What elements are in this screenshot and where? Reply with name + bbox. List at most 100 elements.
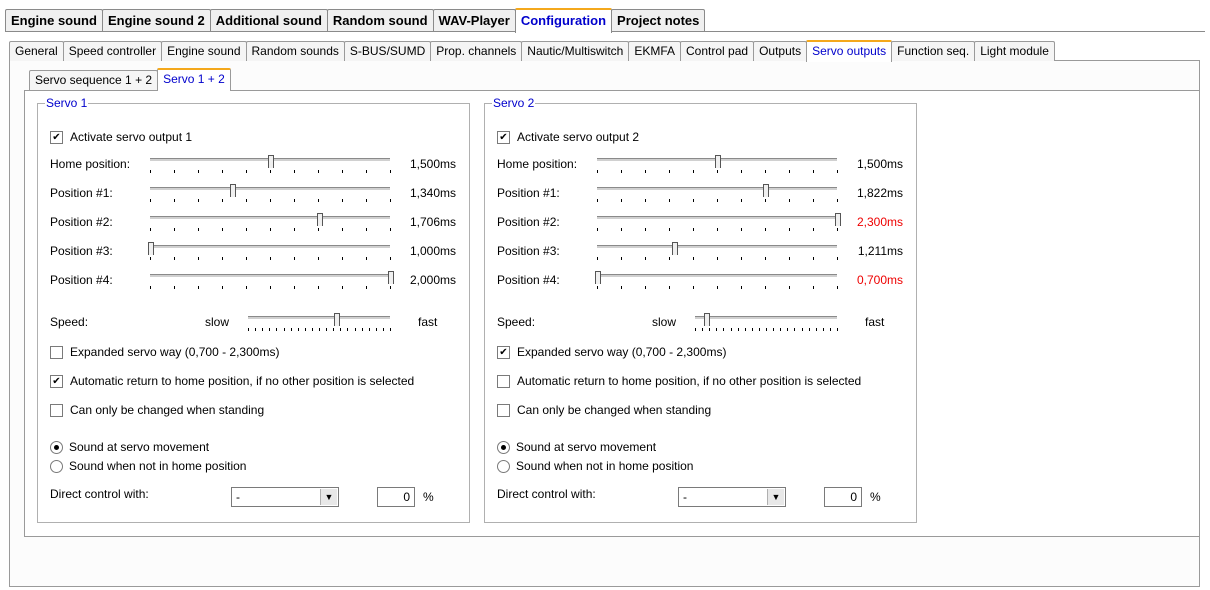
chevron-down-icon[interactable]: ▼ <box>767 489 784 505</box>
servo1-pos4-label: Position #4: <box>50 273 113 287</box>
slider-tick <box>789 170 790 173</box>
servo1-standing-box[interactable] <box>50 403 63 417</box>
servo1-expanded-checkbox[interactable]: Expanded servo way (0,700 - 2,300ms) <box>50 344 279 360</box>
servo1-pos3-thumb[interactable] <box>148 242 154 255</box>
servo1-sound-not-home-radio-dot[interactable] <box>50 459 63 473</box>
main-tab-configuration[interactable]: Configuration <box>514 8 613 33</box>
main-tab-wav-player[interactable]: WAV-Player <box>432 9 516 31</box>
servo1-pos1-thumb[interactable] <box>229 184 236 197</box>
slider-tick <box>366 257 367 260</box>
tab-light-module[interactable]: Light module <box>974 41 1055 61</box>
servo2-sound-not-home-radio-dot[interactable] <box>497 459 510 473</box>
servo2-direct-control-select[interactable]: - ▼ <box>678 487 786 507</box>
inner-tab-servo-sequence-1-2[interactable]: Servo sequence 1 + 2 <box>29 70 159 90</box>
servo2-activate-checkbox[interactable]: ✔ Activate servo output 2 <box>497 129 639 145</box>
tab-general[interactable]: General <box>9 41 64 61</box>
servo2-pos3-thumb[interactable] <box>671 242 678 255</box>
servo1-auto-return-checkbox[interactable]: ✔ Automatic return to home position, if n… <box>50 373 414 389</box>
servo2-sound-not-home-radio[interactable]: Sound when not in home position <box>497 458 693 474</box>
servo2-pos4-slider[interactable] <box>595 271 838 291</box>
servo2-pos3-slider[interactable] <box>597 242 838 262</box>
servo1-speed-fast-label: fast <box>418 315 438 329</box>
servo2-auto-return-checkbox[interactable]: Automatic return to home position, if no… <box>497 373 861 389</box>
tab-control-pad[interactable]: Control pad <box>680 41 755 61</box>
main-tab-engine-sound[interactable]: Engine sound <box>5 9 103 31</box>
slider-tick <box>744 328 746 331</box>
slider-tick <box>669 257 670 260</box>
servo2-pos3-value: 1,211ms <box>857 244 903 258</box>
servo1-pos4-value: 2,000ms <box>409 273 456 287</box>
tab-servo-outputs[interactable]: Servo outputs <box>806 40 893 62</box>
slider-tick <box>390 228 391 231</box>
slider-tick <box>150 199 151 202</box>
servo1-expanded-box[interactable] <box>50 345 63 359</box>
servo1-speed-slider[interactable] <box>248 313 391 333</box>
servo1-pos3-slider[interactable] <box>148 242 391 262</box>
servo1-home-slider[interactable] <box>150 155 391 175</box>
slider-tick <box>390 328 391 331</box>
servo2-auto-return-box[interactable] <box>497 374 510 388</box>
tab-prop-channels[interactable]: Prop. channels <box>430 41 523 61</box>
inner-tab-servo-1-2[interactable]: Servo 1 + 2 <box>157 68 231 91</box>
servo2-pos2-thumb[interactable] <box>835 213 841 226</box>
servo1-pos1-slider[interactable] <box>150 184 391 204</box>
chevron-down-icon[interactable]: ▼ <box>320 489 337 505</box>
servo1-activate-checkbox[interactable]: ✔ Activate servo output 1 <box>50 129 192 145</box>
servo1-pos4-slider[interactable] <box>150 271 394 291</box>
tab-nautic-multiswitch[interactable]: Nautic/Multiswitch <box>521 41 630 61</box>
servo1-home-thumb[interactable] <box>268 155 274 168</box>
servo2-sound-move-radio-dot[interactable] <box>497 440 510 454</box>
servo2-pos1-slider[interactable] <box>597 184 838 204</box>
tab-speed-controller[interactable]: Speed controller <box>62 41 163 61</box>
servo2-expanded-checkbox[interactable]: ✔ Expanded servo way (0,700 - 2,300ms) <box>497 344 726 360</box>
servo1-auto-return-box[interactable]: ✔ <box>50 374 63 388</box>
servo2-speed-fast-label: fast <box>865 315 885 329</box>
main-tab-project-notes[interactable]: Project notes <box>611 9 706 31</box>
slider-tick <box>174 199 175 202</box>
servo2-pos4-thumb[interactable] <box>595 271 601 284</box>
slider-tick <box>787 328 789 331</box>
servo2-standing-checkbox[interactable]: Can only be changed when standing <box>497 402 711 418</box>
slider-tick <box>342 257 343 260</box>
main-tab-engine-sound-2[interactable]: Engine sound 2 <box>101 9 211 31</box>
servo1-group: Servo 1 ✔ Activate servo output 1 Home pos… <box>37 96 470 523</box>
servo1-pos4-thumb[interactable] <box>388 271 394 284</box>
slider-tick <box>645 170 646 173</box>
slider-tick <box>276 328 278 331</box>
slider-tick <box>822 328 824 331</box>
servo1-pos2-thumb[interactable] <box>317 213 324 226</box>
servo2-pos1-thumb[interactable] <box>763 184 770 197</box>
tab-function-seq[interactable]: Function seq. <box>891 41 976 61</box>
servo2-pos4-ticks <box>597 286 838 290</box>
servo1-sound-not-home-radio[interactable]: Sound when not in home position <box>50 458 246 474</box>
servo1-direct-control-select[interactable]: - ▼ <box>231 487 339 507</box>
tab-ekmfa[interactable]: EKMFA <box>628 41 682 61</box>
servo2-speed-ticks <box>695 328 838 332</box>
servo1-activate-box[interactable]: ✔ <box>50 130 63 144</box>
servo2-home-slider[interactable] <box>597 155 838 175</box>
servo1-sound-move-radio[interactable]: Sound at servo movement <box>50 439 209 455</box>
main-tab-random-sound[interactable]: Random sound <box>326 9 434 31</box>
servo1-standing-checkbox[interactable]: Can only be changed when standing <box>50 402 264 418</box>
servo2-standing-box[interactable] <box>497 403 510 417</box>
servo2-home-thumb[interactable] <box>715 155 721 168</box>
servo1-direct-control-label: Direct control with: <box>50 487 149 501</box>
servo2-activate-box[interactable]: ✔ <box>497 130 510 144</box>
servo1-direct-percent-input[interactable]: 0 <box>377 487 415 507</box>
servo2-speed-slider[interactable] <box>695 313 838 333</box>
servo2-pos2-slider[interactable] <box>597 213 841 233</box>
tab-engine-sound[interactable]: Engine sound <box>161 41 247 61</box>
servo2-sound-move-radio[interactable]: Sound at servo movement <box>497 439 656 455</box>
slider-tick <box>361 328 363 331</box>
tab-s-bus-sumd[interactable]: S-BUS/SUMD <box>343 41 432 61</box>
servo2-expanded-box[interactable]: ✔ <box>497 345 510 359</box>
servo1-home-value: 1,500ms <box>409 157 456 171</box>
servo1-speed-thumb[interactable] <box>334 313 341 326</box>
servo2-direct-percent-input[interactable]: 0 <box>824 487 862 507</box>
servo1-sound-move-radio-dot[interactable] <box>50 440 63 454</box>
main-tab-additional-sound[interactable]: Additional sound <box>209 9 328 31</box>
tab-outputs[interactable]: Outputs <box>753 41 808 61</box>
tab-random-sounds[interactable]: Random sounds <box>245 41 345 61</box>
servo1-pos2-slider[interactable] <box>150 213 391 233</box>
servo2-speed-thumb[interactable] <box>704 313 711 326</box>
